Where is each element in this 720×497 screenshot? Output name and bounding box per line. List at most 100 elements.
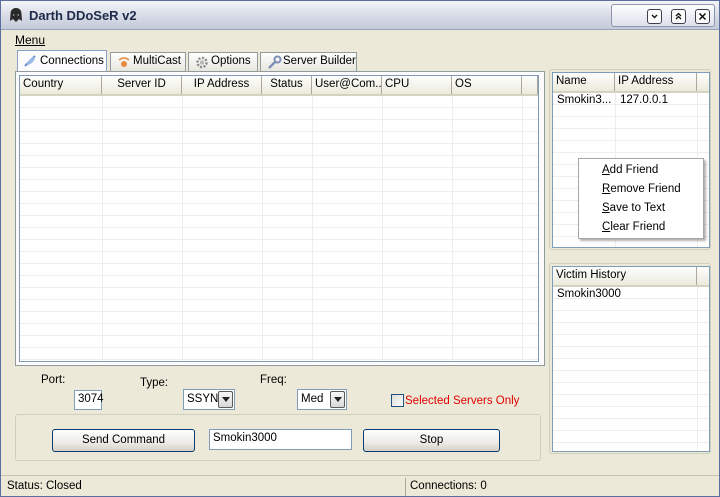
connections-list[interactable]: Country Server ID IP Address Status User… <box>19 75 539 362</box>
grid-row-line <box>20 216 538 228</box>
type-select[interactable]: SSYN <box>183 389 235 410</box>
grid-row-line <box>553 299 709 311</box>
grid-row-line <box>553 419 709 431</box>
freq-label: Freq: <box>260 374 287 386</box>
menu-item-clear-friend[interactable]: Clear Friend <box>602 221 665 233</box>
freq-select[interactable]: Med <box>297 389 347 410</box>
chevron-down-icon[interactable] <box>330 391 345 408</box>
menu-item-save-to-text[interactable]: Save to Text <box>602 202 665 214</box>
grid-row-line <box>553 383 709 395</box>
column-header-ip-address[interactable]: IP Address <box>182 76 262 94</box>
column-header-country[interactable]: Country <box>20 76 102 94</box>
grid-row-line <box>553 335 709 347</box>
port-input[interactable]: 3074 <box>74 390 104 410</box>
friends-list-header: Name IP Address <box>553 73 709 93</box>
grid-line <box>262 96 263 361</box>
column-header-status[interactable]: Status <box>262 76 312 94</box>
type-label: Type: <box>140 377 169 389</box>
column-header-name[interactable]: Name <box>553 73 615 91</box>
tab-label: Connections <box>40 55 104 67</box>
menu-item-add-friend[interactable]: Add Friend <box>602 164 658 176</box>
tab-label: Server Builder <box>283 55 356 67</box>
column-header-spacer <box>697 73 709 91</box>
grid-row-line <box>553 129 709 141</box>
victim-history-item[interactable]: Smokin3000 <box>557 288 621 300</box>
menu-item-remove-friend[interactable]: Remove Friend <box>602 183 681 195</box>
column-header-victim-history[interactable]: Victim History <box>553 267 697 285</box>
tab-options[interactable]: Options <box>188 52 258 71</box>
grid-row-line <box>20 252 538 264</box>
grid-row-line <box>20 108 538 120</box>
grid-row-line <box>553 395 709 407</box>
main-window: Darth DDoSeR v2 Menu Connections MultiCa… <box>0 0 720 497</box>
grid-row-line <box>20 156 538 168</box>
connections-list-header: Country Server ID IP Address Status User… <box>20 76 538 96</box>
friend-name: Smokin3... <box>557 94 612 106</box>
connections-grid <box>20 96 538 361</box>
column-header-os[interactable]: OS <box>452 76 522 94</box>
victim-history-header: Victim History <box>553 267 709 287</box>
close-button[interactable] <box>695 9 710 24</box>
grid-line <box>522 96 523 361</box>
menu-bar: Menu <box>1 30 719 48</box>
tab-server-builder[interactable]: Server Builder <box>260 52 357 71</box>
close-icon <box>698 12 707 21</box>
victim-history-list[interactable]: Victim History Smokin3000 <box>552 266 710 452</box>
grid-line <box>102 96 103 361</box>
friend-context-menu: Add Friend Remove Friend Save to Text Cl… <box>578 158 704 239</box>
column-header-friend-ip[interactable]: IP Address <box>615 73 697 91</box>
grid-row-line <box>20 96 538 108</box>
connections-count: Connections: 0 <box>410 480 487 492</box>
grid-row-line <box>20 228 538 240</box>
friend-ip: 127.0.0.1 <box>620 94 668 106</box>
chevron-down-icon[interactable] <box>218 391 233 408</box>
freq-select-value: Med <box>301 393 324 405</box>
maximize-button[interactable] <box>671 9 686 24</box>
title-bar[interactable]: Darth DDoSeR v2 <box>1 1 719 30</box>
column-header-spacer <box>522 76 538 94</box>
send-command-button[interactable]: Send Command <box>52 429 195 452</box>
minimize-icon <box>651 14 658 19</box>
grid-line <box>452 96 453 361</box>
broadcast-icon <box>118 57 130 67</box>
grid-row-line <box>553 407 709 419</box>
window-controls <box>611 4 715 27</box>
stop-button[interactable]: Stop <box>363 429 500 452</box>
grid-row-line <box>20 132 538 144</box>
tab-connections[interactable]: Connections <box>17 50 107 72</box>
status-bar: Status: Closed Connections: 0 <box>1 475 719 496</box>
column-header-cpu[interactable]: CPU <box>382 76 452 94</box>
grid-line <box>312 96 313 361</box>
window-title: Darth DDoSeR v2 <box>29 8 137 23</box>
grid-row-line <box>20 276 538 288</box>
selected-servers-checkbox[interactable] <box>391 394 404 407</box>
column-header-user-computer[interactable]: User@Com... <box>312 76 382 94</box>
grid-row-line <box>20 264 538 276</box>
grid-line <box>382 96 383 361</box>
grid-row-line <box>20 144 538 156</box>
grid-row-line <box>20 312 538 324</box>
grid-row-line <box>553 141 709 153</box>
darth-helmet-icon <box>10 8 22 22</box>
victim-history-grid <box>553 287 709 451</box>
column-header-server-id[interactable]: Server ID <box>102 76 182 94</box>
grid-row-line <box>20 324 538 336</box>
gear-icon <box>196 56 208 69</box>
grid-row-line <box>553 371 709 383</box>
minimize-button[interactable] <box>647 9 662 24</box>
tab-label: Options <box>211 55 251 67</box>
tab-label: MultiCast <box>133 55 181 67</box>
grid-row-line <box>553 105 709 117</box>
column-header-spacer <box>697 267 709 285</box>
wrench-icon <box>268 55 282 69</box>
grid-row-line <box>553 311 709 323</box>
target-input[interactable]: Smokin3000 <box>209 429 352 450</box>
status-text: Status: Closed <box>7 480 82 492</box>
type-select-value: SSYN <box>187 393 219 405</box>
satellite-dish-icon <box>24 55 36 67</box>
menu-menu[interactable]: Menu <box>15 33 45 47</box>
grid-row-line <box>20 168 538 180</box>
grid-row-line <box>553 431 709 443</box>
tab-multicast[interactable]: MultiCast <box>110 52 186 71</box>
selected-servers-label[interactable]: Selected Servers Only <box>405 395 519 407</box>
